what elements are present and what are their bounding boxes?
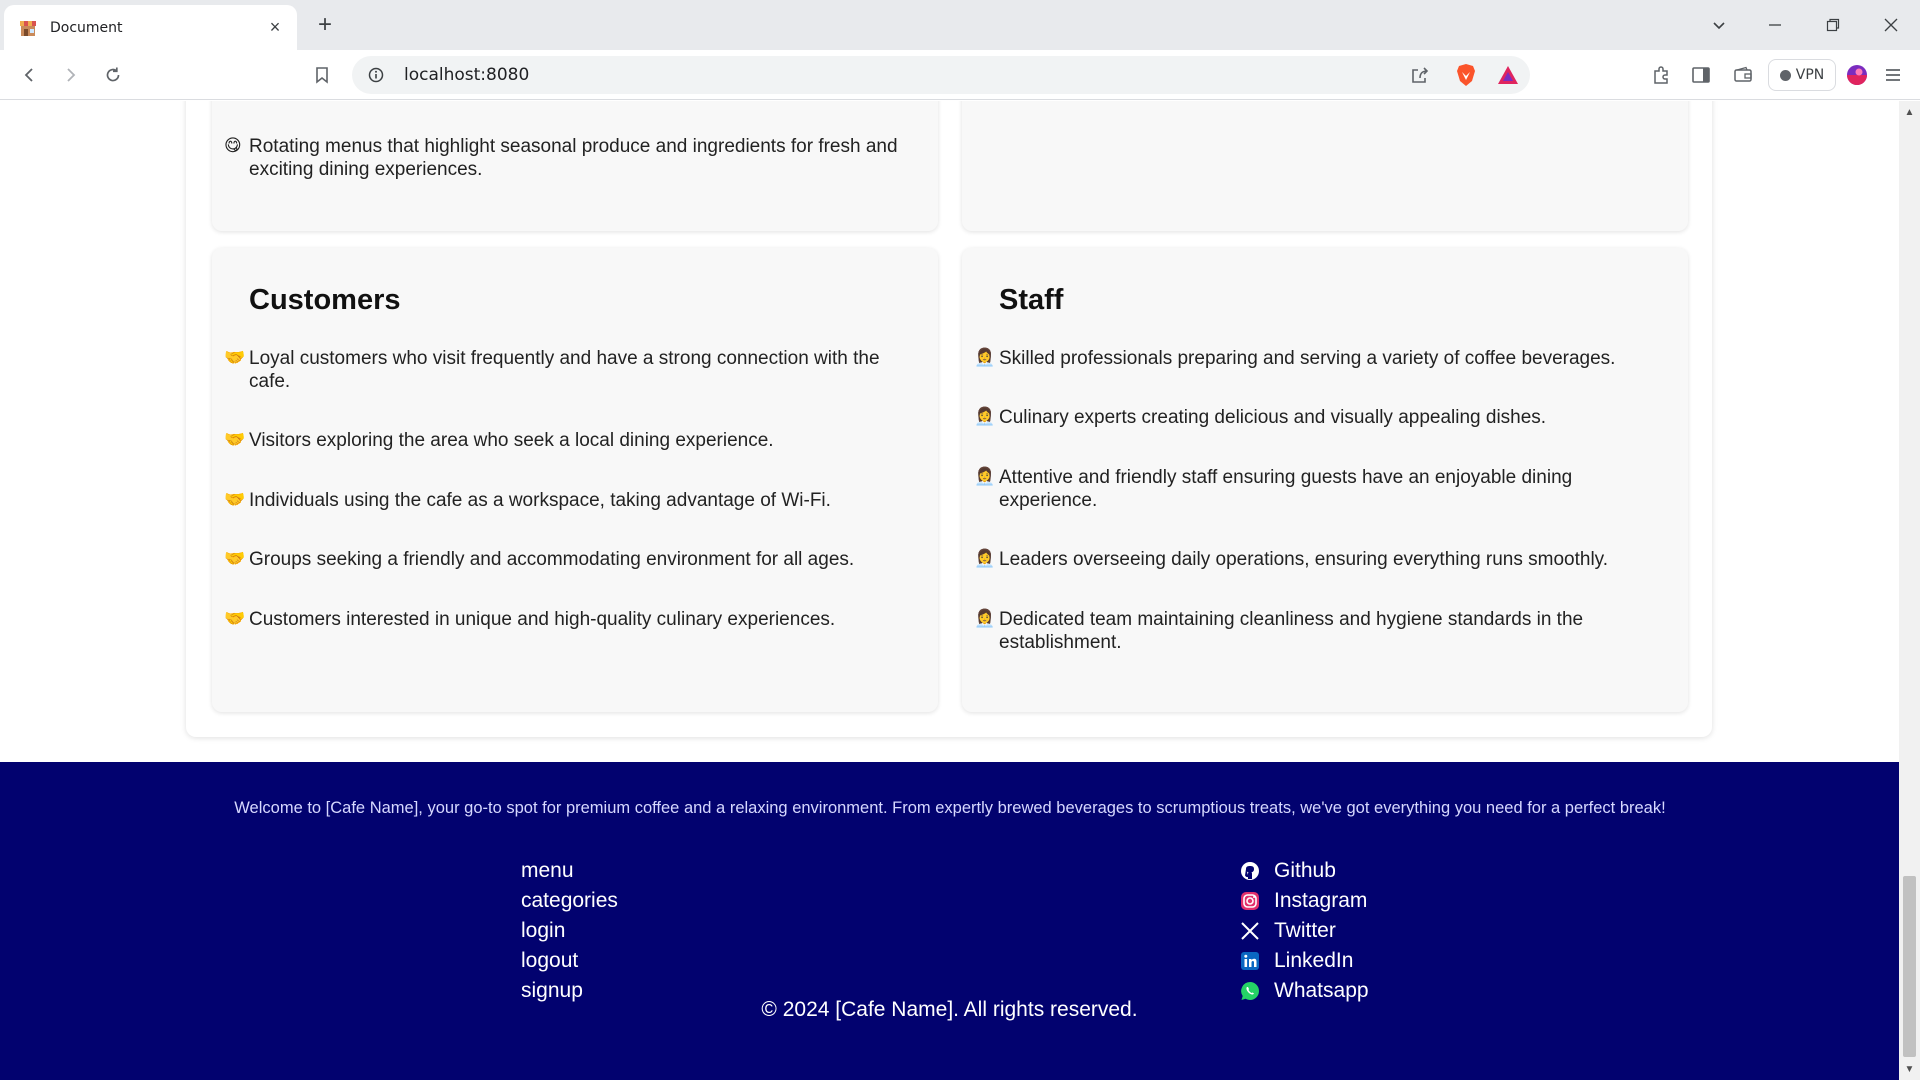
address-bar[interactable]: localhost:8080 [352,56,1530,94]
browser-tab-strip: Document × + [0,0,1920,50]
footer-link-menu[interactable]: menu [521,856,618,886]
social-label: Github [1274,859,1336,882]
footer-social-links: Github Instagram Twitter LinkedIn Whatsa… [1238,856,1369,1006]
close-window-button[interactable] [1874,8,1908,42]
site-footer: Welcome to [Cafe Name], your go-to spot … [0,762,1899,1080]
staff-title: Staff [999,284,1064,316]
linkedin-icon [1238,949,1262,973]
scroll-down-arrow-icon[interactable]: ▼ [1899,1058,1920,1080]
share-icon[interactable] [1404,59,1436,91]
extensions-puzzle-icon[interactable] [1645,59,1677,91]
social-label: LinkedIn [1274,949,1354,972]
handshake-icon: 🤝 [224,549,246,569]
vpn-label: VPN [1795,67,1825,83]
social-link-instagram[interactable]: Instagram [1238,886,1369,916]
footer-nav-links: menu categories login logout signup [521,856,618,1006]
list-item: 👩‍💼 Leaders overseeing daily operations,… [974,549,1609,570]
tab-search-chevron-icon[interactable] [1702,8,1736,42]
footer-link-login[interactable]: login [521,916,618,946]
office-worker-icon: 👩‍💼 [974,467,996,487]
page-scrollbar[interactable]: ▲ ▼ [1899,101,1920,1080]
scroll-up-arrow-icon[interactable]: ▲ [1899,101,1920,123]
list-item: 🤝 Customers interested in unique and hig… [224,609,836,630]
github-icon [1238,859,1262,883]
footer-link-logout[interactable]: logout [521,946,618,976]
handshake-icon: 🤝 [224,490,246,510]
new-tab-button[interactable]: + [312,11,338,38]
close-tab-icon[interactable]: × [265,17,285,38]
restore-window-button[interactable] [1816,8,1850,42]
menu-card: 😋 Rotating menus that highlight seasonal… [212,101,938,231]
office-worker-icon: 👩‍💼 [974,549,996,569]
scrollbar-thumb[interactable] [1903,876,1916,1057]
tab-title: Document [50,19,123,36]
list-item: 🤝 Visitors exploring the area who seek a… [224,430,774,451]
copyright-text: © 2024 [Cafe Name]. All rights reserved. [761,998,1138,1021]
brave-shields-icon[interactable] [1450,59,1482,91]
cafe-favicon-icon [18,18,38,38]
customers-title: Customers [249,284,401,316]
content-container: 😋 Rotating menus that highlight seasonal… [186,101,1712,737]
handshake-icon: 🤝 [224,348,246,368]
social-link-twitter[interactable]: Twitter [1238,916,1369,946]
yummy-face-icon: 😋 [224,136,242,156]
staff-card: Staff 👩‍💼 Skilled professionals preparin… [962,248,1688,712]
browser-tab[interactable]: Document × [4,5,297,50]
page-viewport: 😋 Rotating menus that highlight seasonal… [0,101,1899,1080]
wallet-icon[interactable] [1727,59,1759,91]
customers-card: Customers 🤝 Loyal customers who visit fr… [212,248,938,712]
menu-card-item: 😋 Rotating menus that highlight seasonal… [224,136,898,180]
list-item: 🤝 Groups seeking a friendly and accommod… [224,549,855,570]
social-label: Twitter [1274,919,1336,942]
office-worker-icon: 👩‍💼 [974,609,996,629]
office-worker-icon: 👩‍💼 [974,407,996,427]
browser-toolbar: localhost:8080 VPN [0,50,1920,100]
reload-icon[interactable] [97,59,129,91]
social-link-linkedin[interactable]: LinkedIn [1238,946,1369,976]
handshake-icon: 🤝 [224,609,246,629]
site-info-icon[interactable] [366,65,386,85]
footer-link-categories[interactable]: categories [521,886,618,916]
list-item: 🤝 Loyal customers who visit frequently a… [224,348,880,392]
list-item: 👩‍💼 Culinary experts creating delicious … [974,407,1547,428]
social-label: Instagram [1274,889,1368,912]
footer-about-text: Welcome to [Cafe Name], your go-to spot … [234,799,1666,817]
minimize-window-button[interactable] [1758,8,1792,42]
brave-rewards-icon[interactable] [1492,59,1524,91]
ambiance-card [962,101,1688,231]
url-text: localhost:8080 [404,65,530,85]
bookmark-icon[interactable] [306,59,338,91]
instagram-icon [1238,889,1262,913]
social-link-github[interactable]: Github [1238,856,1369,886]
forward-arrow-icon[interactable] [54,59,86,91]
vpn-status-icon [1779,69,1791,81]
vpn-button[interactable]: VPN [1768,59,1836,91]
handshake-icon: 🤝 [224,430,246,450]
sidebar-toggle-icon[interactable] [1685,59,1717,91]
back-arrow-icon[interactable] [14,59,46,91]
list-item: 👩‍💼 Dedicated team maintaining cleanline… [974,609,1584,653]
list-item: 🤝 Individuals using the cafe as a worksp… [224,490,831,511]
list-item: 👩‍💼 Skilled professionals preparing and … [974,348,1616,369]
x-twitter-icon [1238,919,1262,943]
profile-avatar-icon[interactable] [1841,59,1873,91]
list-item: 👩‍💼 Attentive and friendly staff ensurin… [974,467,1573,511]
office-worker-icon: 👩‍💼 [974,348,996,368]
menu-hamburger-icon[interactable] [1877,59,1909,91]
